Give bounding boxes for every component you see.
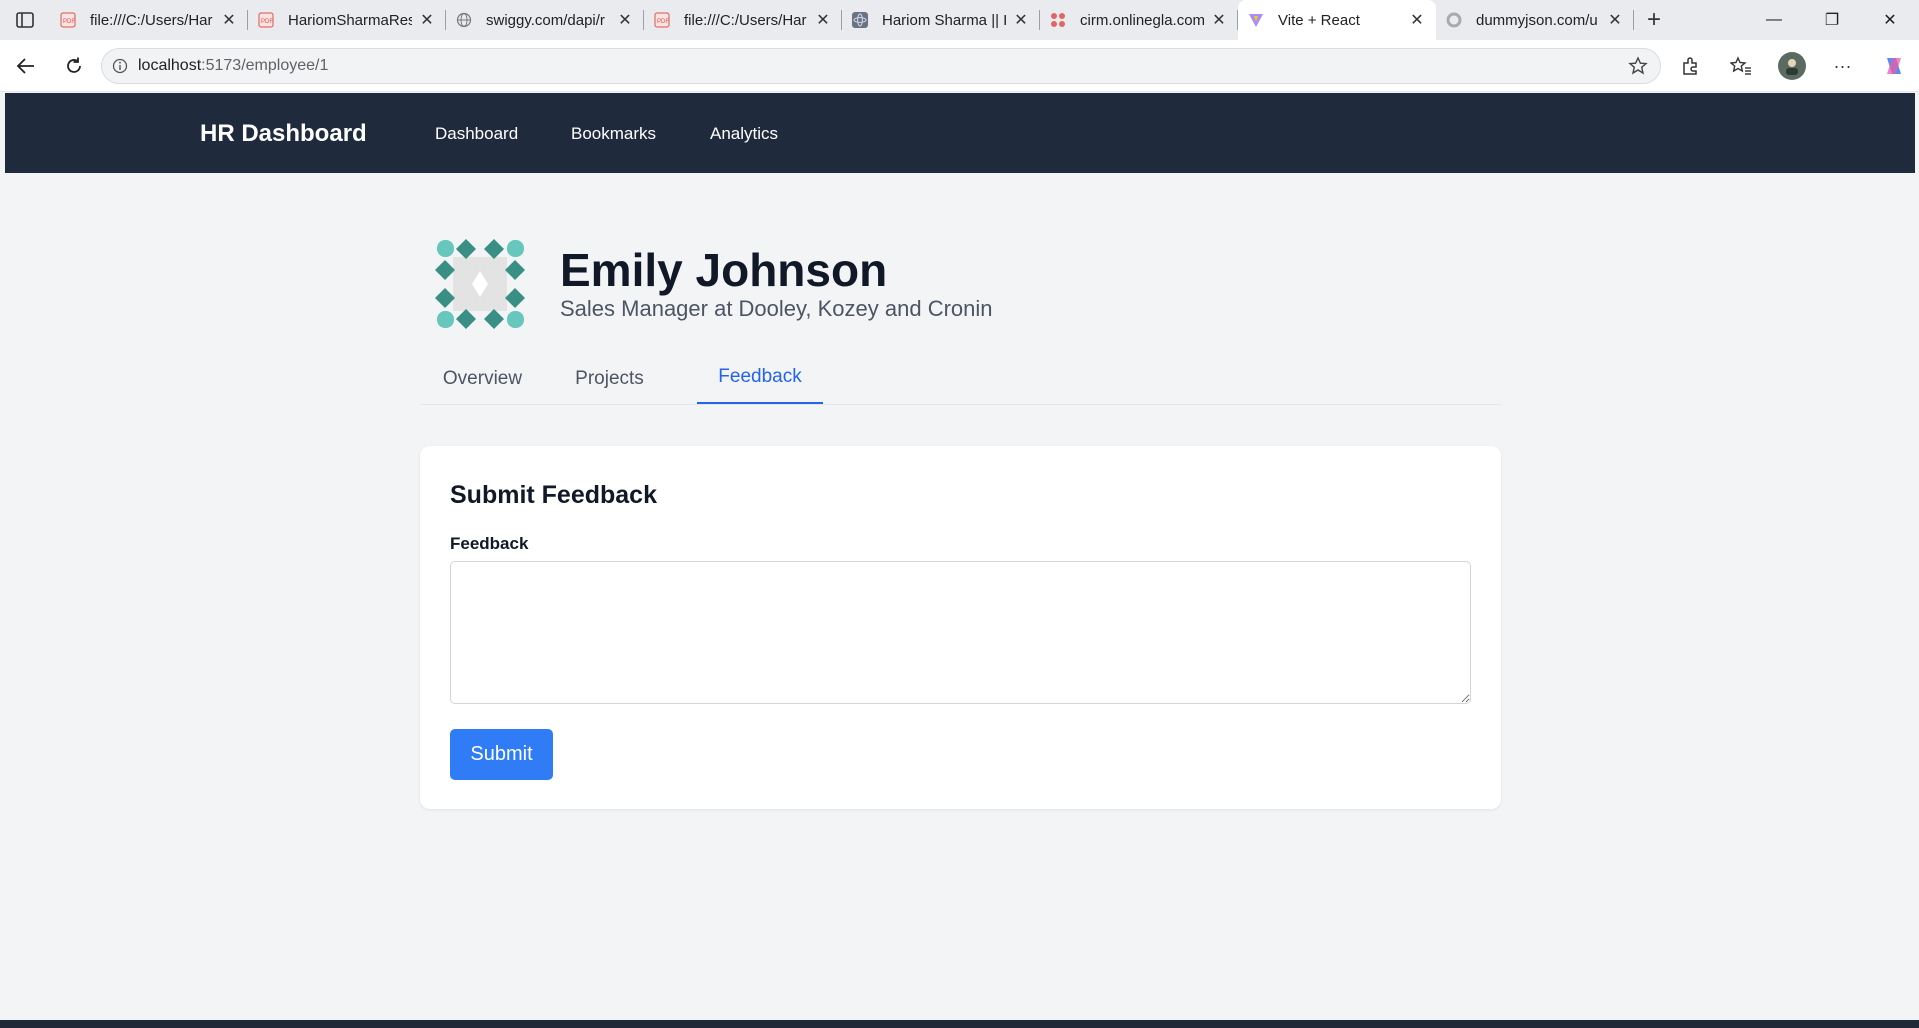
pdf-icon: PDF xyxy=(60,12,76,28)
tab-projects[interactable]: Projects xyxy=(547,353,672,405)
browser-tab[interactable]: PDF HariomSharmaRes ✕ xyxy=(248,0,446,40)
feedback-card: Submit Feedback Feedback Submit xyxy=(420,446,1501,809)
svg-text:PDF: PDF xyxy=(261,19,273,25)
close-icon[interactable]: ✕ xyxy=(1212,12,1226,29)
browser-tab-title: file:///C:/Users/Har xyxy=(684,11,807,29)
url-path: :5173/employee/1 xyxy=(201,57,329,74)
minimize-icon[interactable]: — xyxy=(1745,0,1803,40)
new-tab-button[interactable]: + xyxy=(1634,0,1674,40)
browser-tab[interactable]: cirm.onlinegla.com ✕ xyxy=(1040,0,1238,40)
svg-text:PDF: PDF xyxy=(63,19,75,25)
globe-icon xyxy=(456,12,472,28)
pdf-icon: PDF xyxy=(654,12,670,28)
close-icon[interactable]: ✕ xyxy=(420,12,434,29)
restore-icon[interactable]: ❐ xyxy=(1803,0,1861,40)
nav-link-bookmarks[interactable]: Bookmarks xyxy=(571,124,656,144)
pdf-icon: PDF xyxy=(258,12,274,28)
vite-icon xyxy=(1248,12,1264,28)
browser-tab-title: Hariom Sharma || I xyxy=(882,11,1006,29)
cirm-icon xyxy=(1050,12,1066,28)
profile-role: Sales Manager at Dooley, Kozey and Croni… xyxy=(560,296,993,321)
close-icon[interactable]: ✕ xyxy=(618,12,632,29)
browser-tools: ··· xyxy=(1664,40,1919,92)
taskbar-edge xyxy=(0,1020,1919,1028)
site-info-icon[interactable] xyxy=(102,58,138,74)
app-root: HR Dashboard Dashboard Bookmarks Analyti… xyxy=(5,93,1915,1020)
top-navbar: HR Dashboard Dashboard Bookmarks Analyti… xyxy=(5,93,1915,173)
browser-tab-active[interactable]: Vite + React ✕ xyxy=(1238,0,1436,40)
feedback-label: Feedback xyxy=(450,534,529,553)
browser-tab-title: dummyjson.com/u xyxy=(1476,11,1598,29)
feedback-textarea[interactable] xyxy=(450,561,1471,704)
url-text: localhost:5173/employee/1 xyxy=(138,57,328,75)
browser-tab[interactable]: dummyjson.com/u ✕ xyxy=(1436,0,1634,40)
card-title: Submit Feedback xyxy=(450,481,657,509)
svg-text:PDF: PDF xyxy=(657,19,669,25)
close-icon[interactable]: ✕ xyxy=(1410,12,1424,29)
tab-overview[interactable]: Overview xyxy=(420,353,545,405)
browser-toolbar: localhost:5173/employee/1 ··· xyxy=(0,40,1919,92)
more-options-icon[interactable]: ··· xyxy=(1817,48,1868,84)
browser-tab-title: swiggy.com/dapi/r xyxy=(486,11,605,29)
copilot-icon[interactable] xyxy=(1868,48,1919,84)
favorite-star-icon[interactable] xyxy=(1628,56,1648,81)
nav-link-dashboard[interactable]: Dashboard xyxy=(435,124,518,144)
avatar xyxy=(427,231,533,337)
profile-avatar-icon[interactable] xyxy=(1766,48,1817,84)
close-icon[interactable]: ✕ xyxy=(1014,12,1028,29)
browser-tab[interactable]: Hariom Sharma || I ✕ xyxy=(842,0,1040,40)
address-bar[interactable]: localhost:5173/employee/1 xyxy=(101,48,1661,84)
browser-tab-title: Vite + React xyxy=(1278,11,1360,29)
close-icon[interactable]: ✕ xyxy=(816,12,830,29)
url-host: localhost xyxy=(138,57,202,74)
reload-icon[interactable] xyxy=(52,48,96,84)
brand-title[interactable]: HR Dashboard xyxy=(200,120,367,148)
back-icon[interactable] xyxy=(4,48,48,84)
browser-tab-title: file:///C:/Users/Har xyxy=(90,11,213,29)
window-controls: — ❐ ✕ xyxy=(1745,0,1919,40)
browser-tab-title: cirm.onlinegla.com xyxy=(1080,11,1204,29)
close-icon[interactable]: ✕ xyxy=(1608,12,1622,29)
close-icon[interactable]: ✕ xyxy=(222,12,236,29)
loading-icon xyxy=(1446,12,1462,28)
nav-link-analytics[interactable]: Analytics xyxy=(710,124,778,144)
favorites-icon[interactable] xyxy=(1715,48,1766,84)
browser-tab-title: HariomSharmaRes xyxy=(288,11,412,29)
window-close-icon[interactable]: ✕ xyxy=(1861,0,1919,40)
browser-tab[interactable]: swiggy.com/dapi/r ✕ xyxy=(446,0,644,40)
tab-feedback[interactable]: Feedback xyxy=(697,352,823,404)
react-icon xyxy=(852,12,868,28)
tab-bar: Overview Projects Feedback xyxy=(420,353,1501,405)
browser-tab[interactable]: PDF file:///C:/Users/Har ✕ xyxy=(50,0,248,40)
page-title: Emily Johnson xyxy=(560,244,888,296)
browser-tab[interactable]: PDF file:///C:/Users/Har ✕ xyxy=(644,0,842,40)
tab-actions-icon[interactable] xyxy=(0,0,50,40)
browser-tab-bar: PDF file:///C:/Users/Har ✕ PDF HariomSha… xyxy=(0,0,1919,40)
submit-button[interactable]: Submit xyxy=(450,729,553,780)
extensions-icon[interactable] xyxy=(1664,48,1715,84)
